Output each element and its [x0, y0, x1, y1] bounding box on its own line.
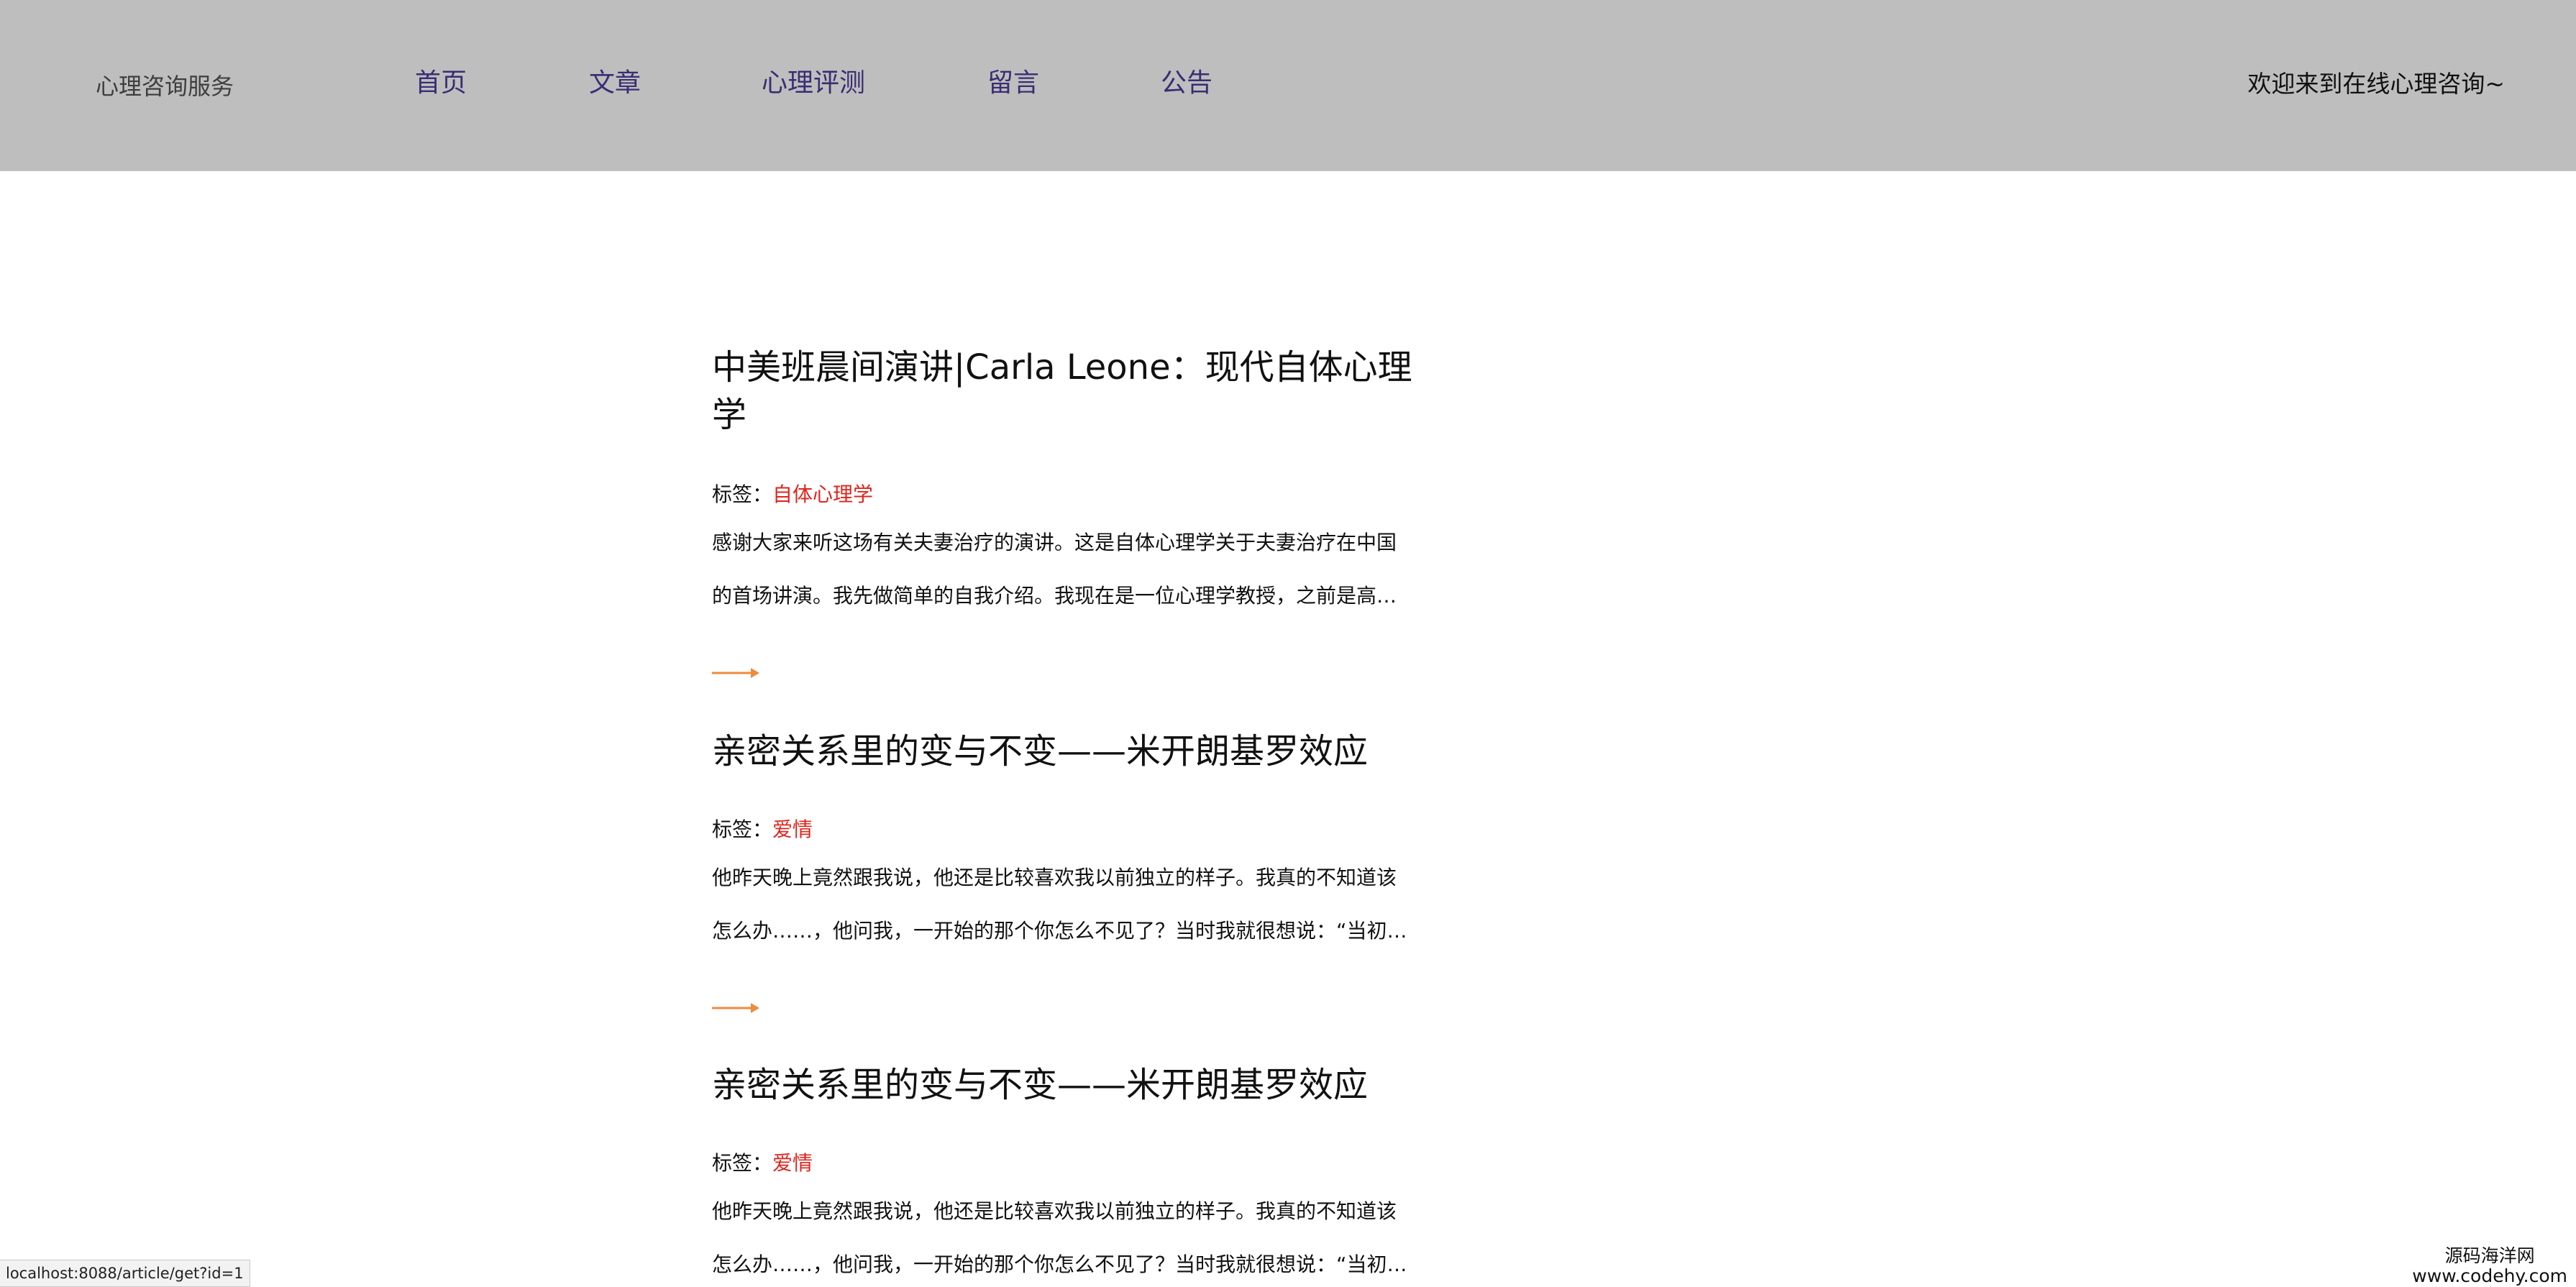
article-tag[interactable]: 爱情: [772, 817, 813, 841]
article-tag-row: 标签：自体心理学: [712, 480, 873, 509]
article-tag-row: 标签：爱情: [712, 815, 813, 844]
nav-item-articles[interactable]: 文章: [589, 66, 641, 101]
watermark-name: 源码海洋网: [2444, 1245, 2535, 1266]
status-bar-url: localhost:8088/article/get?id=1: [0, 1260, 250, 1287]
nav-item-home[interactable]: 首页: [415, 66, 467, 101]
page: 心理咨询服务 首页 文章 心理评测 留言 公告 欢迎来到在线心理咨询~ 中美班晨…: [0, 0, 2576, 1287]
article-summary-line: 怎么办……，他问我，一开始的那个你怎么不见了？当时我就很想说：“当初…: [712, 1252, 1407, 1276]
nav-item-announcements[interactable]: 公告: [1161, 66, 1212, 101]
article-summary: 他昨天晚上竟然跟我说，他还是比较喜欢我以前独立的样子。我真的不知道该 怎么办………: [712, 1185, 1417, 1287]
article-card: 亲密关系里的变与不变——米开朗基罗效应 标签：爱情 他昨天晚上竟然跟我说，他还是…: [712, 728, 1417, 1013]
article-title[interactable]: 亲密关系里的变与不变——米开朗基罗效应: [712, 1061, 1417, 1109]
article-tag[interactable]: 自体心理学: [772, 482, 873, 506]
arrow-right-icon[interactable]: [712, 1002, 759, 1015]
arrow-right-icon[interactable]: [712, 667, 759, 679]
nav-item-assessment[interactable]: 心理评测: [762, 66, 865, 101]
article-summary-line: 怎么办……，他问我，一开始的那个你怎么不见了？当时我就很想说：“当初…: [712, 919, 1407, 943]
article-summary-line: 他昨天晚上竟然跟我说，他还是比较喜欢我以前独立的样子。我真的不知道该: [712, 1199, 1397, 1223]
nav-item-messages[interactable]: 留言: [987, 66, 1039, 101]
tag-label: 标签：: [712, 482, 773, 506]
article-tag[interactable]: 爱情: [772, 1151, 813, 1175]
article-title[interactable]: 亲密关系里的变与不变——米开朗基罗效应: [712, 728, 1417, 775]
watermark-url: www.codehy.com: [2412, 1265, 2567, 1286]
tag-label: 标签：: [712, 1151, 773, 1175]
article-summary-line: 他昨天晚上竟然跟我说，他还是比较喜欢我以前独立的样子。我真的不知道该: [712, 866, 1397, 889]
article-card: 中美班晨间演讲|Carla Leone：现代自体心理学 标签：自体心理学 感谢大…: [712, 344, 1417, 678]
article-card: 亲密关系里的变与不变——米开朗基罗效应 标签：爱情 他昨天晚上竟然跟我说，他还是…: [712, 1061, 1417, 1276]
tag-label: 标签：: [712, 817, 773, 841]
watermark: 源码海洋网 www.codehy.com: [2412, 1246, 2567, 1286]
article-summary: 感谢大家来听这场有关夫妻治疗的演讲。这是自体心理学关于夫妻治疗在中国 的首场讲演…: [712, 516, 1417, 623]
site-brand[interactable]: 心理咨询服务: [96, 69, 234, 104]
article-summary: 他昨天晚上竟然跟我说，他还是比较喜欢我以前独立的样子。我真的不知道该 怎么办………: [712, 851, 1417, 958]
welcome-message: 欢迎来到在线心理咨询~: [2247, 70, 2505, 98]
article-summary-line: 感谢大家来听这场有关夫妻治疗的演讲。这是自体心理学关于夫妻治疗在中国: [712, 531, 1397, 554]
article-summary-line: 的首场讲演。我先做简单的自我介绍。我现在是一位心理学教授，之前是高…: [712, 584, 1397, 608]
article-tag-row: 标签：爱情: [712, 1149, 813, 1178]
top-header: 心理咨询服务 首页 文章 心理评测 留言 公告 欢迎来到在线心理咨询~: [0, 0, 2576, 171]
article-title[interactable]: 中美班晨间演讲|Carla Leone：现代自体心理学: [712, 344, 1417, 439]
